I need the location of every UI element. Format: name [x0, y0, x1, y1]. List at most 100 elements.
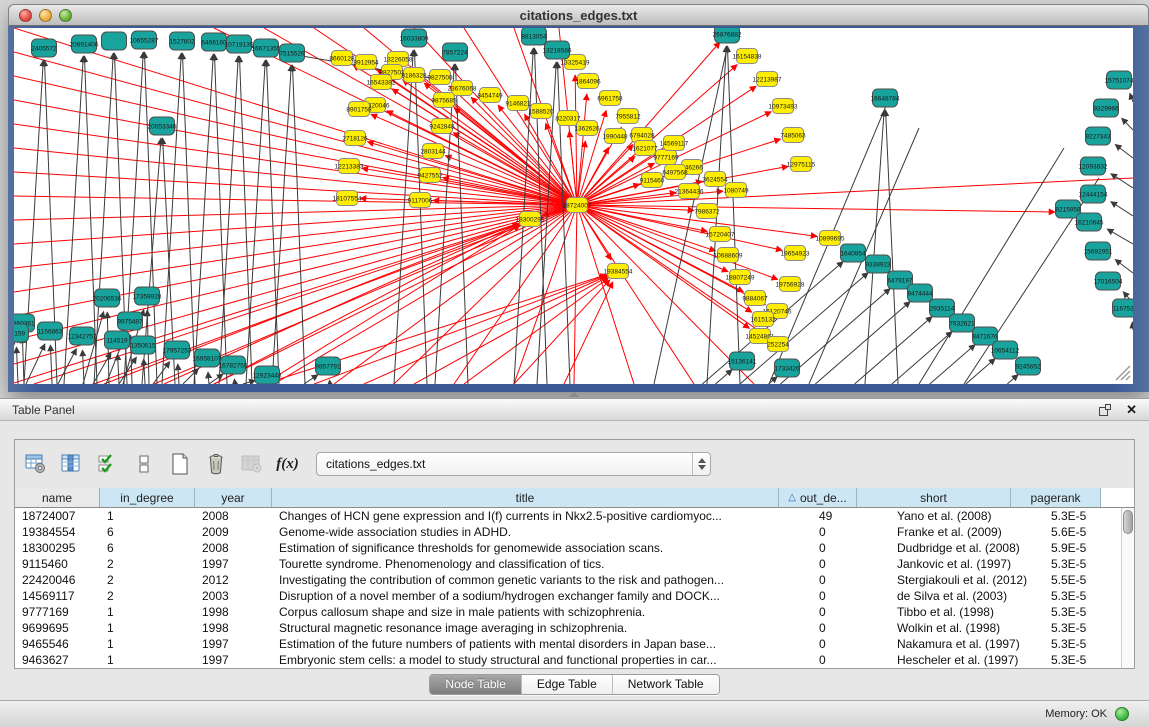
- cell-year: 2008: [195, 508, 272, 524]
- graph-edge: [414, 277, 608, 384]
- cell-short: Wolkin et al. (1998): [890, 620, 1044, 636]
- graph-node-label: 9884067: [742, 296, 768, 303]
- cell-short: Jankovic et al. (1997): [890, 556, 1044, 572]
- cell-out_de: 0: [812, 556, 890, 572]
- table-row[interactable]: 946554611997Estimation of the future num…: [15, 636, 1134, 652]
- cell-year: 1998: [195, 620, 272, 636]
- zoom-window-icon[interactable]: [59, 9, 72, 22]
- cell-out_de: 0: [812, 652, 890, 668]
- cell-title: Changes of HCN gene expression and I(f) …: [272, 508, 812, 524]
- graph-edge: [214, 54, 227, 384]
- graph-node-label: 10899695: [816, 236, 845, 243]
- float-panel-icon[interactable]: [1099, 404, 1111, 416]
- graph-edge: [208, 372, 209, 384]
- close-panel-icon[interactable]: ✕: [1126, 402, 1137, 418]
- cell-in_degree: 2: [100, 588, 195, 604]
- graph-node[interactable]: [102, 32, 127, 50]
- new-table-icon[interactable]: [166, 451, 193, 478]
- tab-network-table[interactable]: Network Table: [612, 675, 719, 694]
- cell-in_degree: 6: [100, 524, 195, 540]
- graph-node-label: 3624554: [702, 177, 728, 184]
- cell-name: 18300295: [15, 540, 100, 556]
- column-header-name[interactable]: name: [15, 488, 100, 507]
- graph-node-label: 12213987: [753, 77, 782, 84]
- graph-edge: [1115, 144, 1133, 158]
- column-header-short[interactable]: short: [857, 488, 1011, 507]
- delete-table-icon[interactable]: [202, 451, 229, 478]
- graph-edge: [219, 56, 238, 384]
- resize-grip-icon[interactable]: [1126, 376, 1130, 380]
- graph-node-label: 16958107: [193, 356, 222, 363]
- tab-node-table[interactable]: Node Table: [430, 675, 521, 694]
- graph-node-label: 9146821: [505, 101, 531, 108]
- graph-node-label: 114519: [106, 338, 128, 345]
- function-builder-icon[interactable]: f(x): [274, 451, 301, 478]
- graph-edge: [26, 344, 45, 384]
- table-row[interactable]: 1872400712008Changes of HCN gene express…: [15, 508, 1134, 524]
- table-scrollbar[interactable]: [1121, 508, 1134, 668]
- column-header-pagerank[interactable]: pagerank: [1011, 488, 1101, 507]
- table-row[interactable]: 969969511998Structural magnetic resonanc…: [15, 620, 1134, 636]
- network-canvas[interactable]: 1872400786601288912954132260589827503165…: [14, 28, 1133, 384]
- table-panel: Table Panel ✕ f(x)citations_edges.txt na…: [0, 398, 1149, 700]
- table-row[interactable]: 1830029562008Estimation of significance …: [15, 540, 1134, 556]
- cell-title: Disruption of a novel member of a sodium…: [272, 588, 812, 604]
- cell-title: Corpus callosum shape and size in male p…: [272, 604, 812, 620]
- graph-edge: [14, 205, 577, 340]
- panel-splitter-handle[interactable]: [569, 392, 579, 397]
- table-row[interactable]: 1938455462009Genome-wide association stu…: [15, 524, 1134, 540]
- table-row[interactable]: 1456911722003Disruption of a novel membe…: [15, 588, 1134, 604]
- graph-node-label: 8912954: [353, 60, 379, 67]
- graph-edge: [304, 375, 318, 384]
- column-edit-icon[interactable]: [58, 451, 85, 478]
- graph-edge: [329, 380, 330, 384]
- table-row[interactable]: 977716911998Corpus callosum shape and si…: [15, 604, 1134, 620]
- table-select-dropdown[interactable]: citations_edges.txt: [316, 452, 711, 476]
- select-all-check-icon[interactable]: [94, 451, 121, 478]
- graph-node-label: 18300295: [516, 217, 545, 224]
- cell-in_degree: 6: [100, 540, 195, 556]
- dropdown-stepper-icon[interactable]: [692, 453, 710, 475]
- graph-node-label: 10688609: [714, 253, 743, 260]
- graph-node-label: 17016504: [1094, 279, 1123, 286]
- graph-edge: [234, 379, 235, 384]
- close-window-icon[interactable]: [19, 9, 32, 22]
- memory-ok-led[interactable]: [1115, 707, 1129, 721]
- graph-edge: [371, 114, 577, 205]
- graph-node-label: 1527802: [169, 39, 195, 46]
- table-header-row: namein_degreeyeartitle△out_de...shortpag…: [15, 488, 1134, 508]
- column-header-in_degree[interactable]: in_degree: [100, 488, 195, 507]
- scrollbar-thumb[interactable]: [1123, 510, 1133, 534]
- table-row[interactable]: 946362711997Embryonic stem cells: a mode…: [15, 652, 1134, 668]
- resize-grip-icon[interactable]: [1121, 371, 1130, 380]
- graph-node-label: 9115460: [640, 178, 665, 185]
- minimize-window-icon[interactable]: [39, 9, 52, 22]
- column-header-out_de[interactable]: △out_de...: [779, 488, 857, 507]
- graph-edge: [577, 141, 585, 205]
- graph-node-label: 1615132: [750, 317, 776, 324]
- table-container: f(x) citations_edges.txt namein_degreeyea…: [14, 439, 1135, 669]
- graph-node-label: 12342757: [68, 334, 97, 341]
- tab-edge-table[interactable]: Edge Table: [521, 675, 612, 694]
- row-boxes-icon[interactable]: [130, 451, 157, 478]
- table-row[interactable]: 2242004622012Investigating the contribut…: [15, 572, 1134, 588]
- cell-year: 1997: [195, 636, 272, 652]
- column-header-year[interactable]: year: [195, 488, 272, 507]
- cell-title: Embryonic stem cells: a model to study s…: [272, 652, 812, 668]
- column-header-title[interactable]: title: [272, 488, 779, 507]
- graph-node-label: 252254: [767, 342, 789, 349]
- table-row[interactable]: 911546021997Tourette syndrome. Phenomeno…: [15, 556, 1134, 572]
- cell-title: Structural magnetic resonance image aver…: [272, 620, 812, 636]
- table-settings-icon[interactable]: [22, 451, 49, 478]
- graph-edge: [243, 380, 255, 384]
- network-window: citations_edges.txt 18724007866012889129…: [8, 4, 1149, 392]
- graph-edge: [83, 350, 84, 384]
- window-titlebar[interactable]: citations_edges.txt: [8, 4, 1149, 26]
- cell-short: de Silva et al. (2003): [890, 588, 1044, 604]
- status-bar: Memory: OK: [0, 700, 1149, 727]
- graph-node-label: 23676068: [448, 86, 477, 93]
- cell-out_de: 0: [812, 588, 890, 604]
- graph-node-label: 18107554: [333, 196, 362, 203]
- import-table-disabled-icon[interactable]: [238, 451, 265, 478]
- graph-node-label: 12093832: [1079, 164, 1108, 171]
